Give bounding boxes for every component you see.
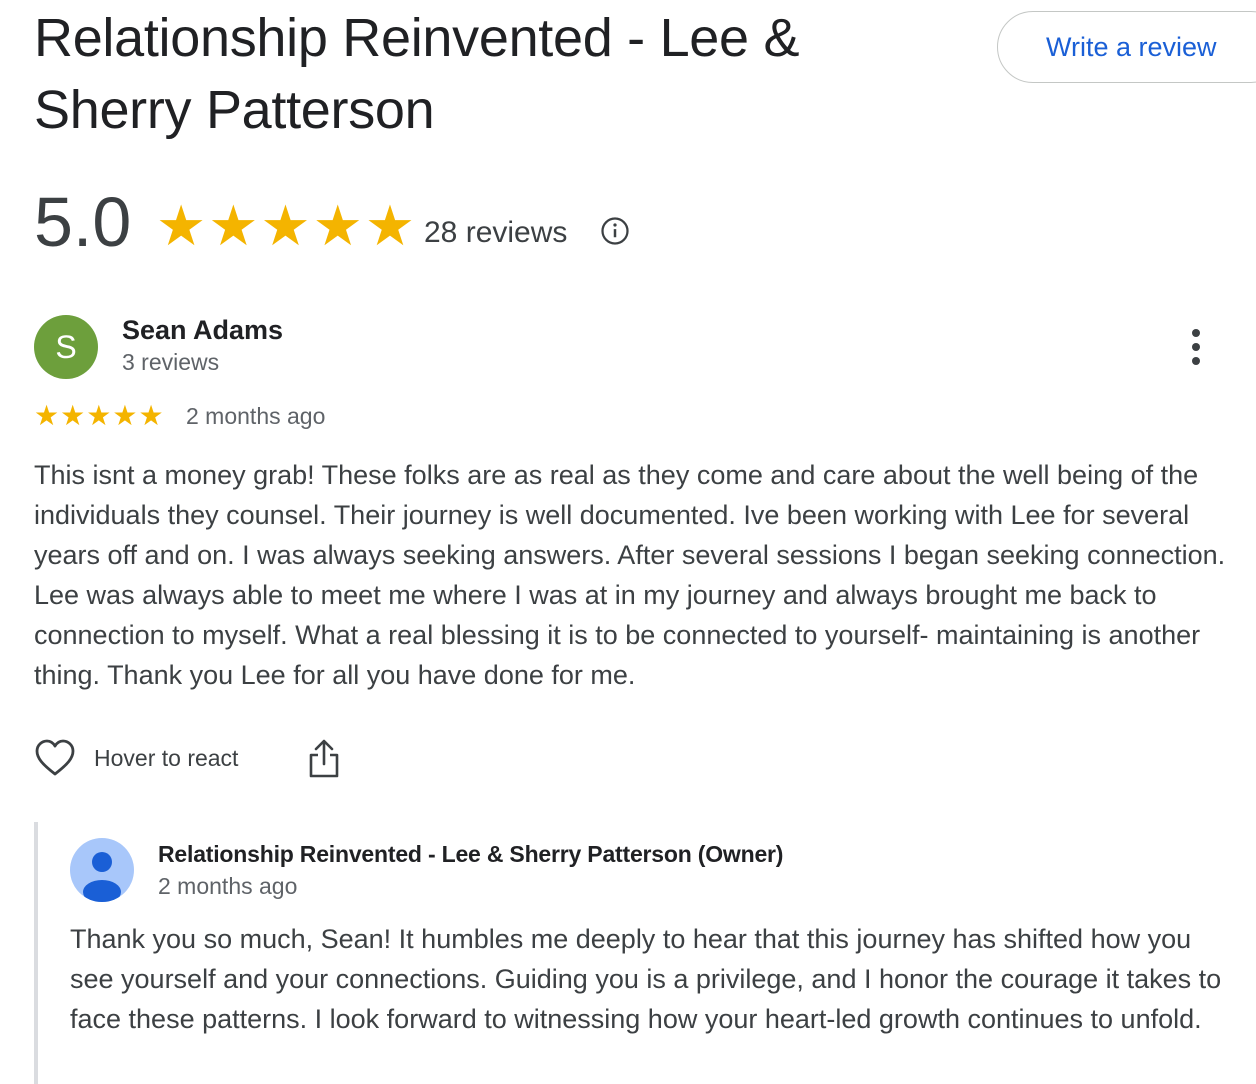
star-icon: ★ — [208, 194, 259, 257]
review-stars: ★ ★ ★ ★ ★ — [34, 401, 164, 431]
rating-stars: ★ ★ ★ ★ ★ — [156, 198, 415, 254]
more-vertical-icon[interactable] — [1180, 326, 1212, 370]
rating-summary: 5.0 ★ ★ ★ ★ ★ 28 reviews — [34, 180, 734, 270]
star-icon: ★ — [138, 400, 164, 431]
review-time: 2 months ago — [186, 403, 326, 429]
review-text: This isnt a money grab! These folks are … — [34, 460, 1226, 690]
star-icon: ★ — [260, 194, 311, 257]
reviewer-avatar[interactable]: S — [34, 315, 98, 379]
star-icon: ★ — [364, 194, 416, 257]
reviewer-name[interactable]: Sean Adams — [122, 315, 283, 346]
owner-reply-time: 2 months ago — [158, 873, 298, 899]
default-profile-icon[interactable] — [70, 838, 134, 902]
business-title: Relationship Reinvented - Lee & Sherry P… — [34, 8, 800, 140]
star-icon: ★ — [86, 400, 112, 431]
star-icon: ★ — [156, 194, 207, 257]
info-icon[interactable] — [600, 216, 630, 246]
owner-reply-text: Thank you so much, Sean! It humbles me d… — [70, 924, 1222, 1034]
reviews-count[interactable]: 28 reviews — [424, 216, 567, 250]
star-icon: ★ — [60, 400, 86, 431]
rating-score: 5.0 — [34, 183, 132, 261]
reviews-panel: Relationship Reinvented - Lee & Sherry P… — [0, 0, 1256, 1084]
star-icon: ★ — [312, 194, 363, 257]
reply-divider — [34, 822, 38, 1084]
star-icon: ★ — [34, 400, 60, 431]
reviewer-review-count: 3 reviews — [122, 349, 220, 375]
share-icon[interactable] — [306, 738, 342, 780]
star-icon: ★ — [112, 400, 138, 431]
write-review-button[interactable]: Write a review — [997, 11, 1256, 83]
owner-name: Relationship Reinvented - Lee & Sherry P… — [158, 841, 784, 867]
heart-icon[interactable] — [34, 738, 76, 778]
react-label[interactable]: Hover to react — [94, 745, 238, 772]
